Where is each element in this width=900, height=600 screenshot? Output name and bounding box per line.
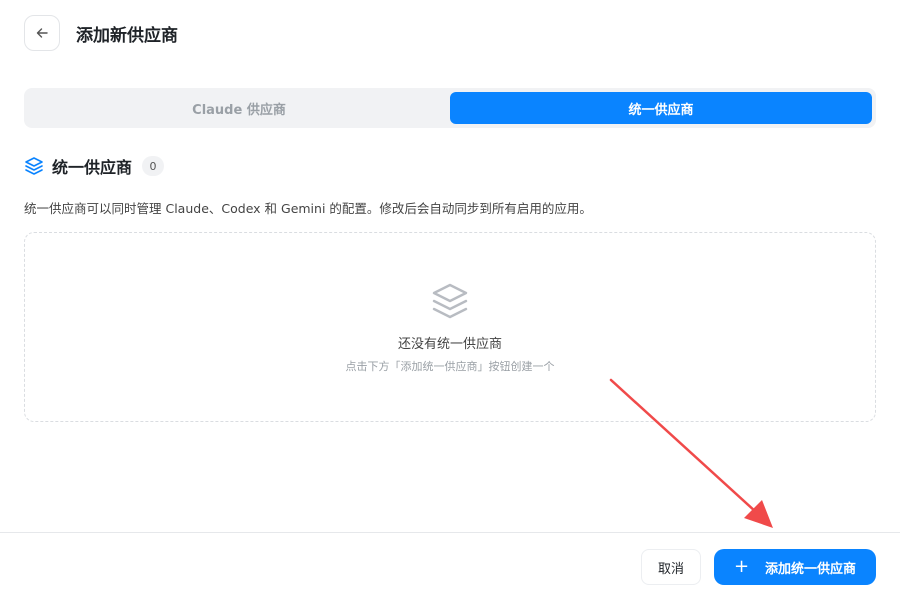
empty-state-hint: 点击下方「添加统一供应商」按钮创建一个 xyxy=(345,360,555,373)
cancel-button[interactable]: 取消 xyxy=(641,549,701,585)
arrow-left-icon xyxy=(36,28,48,38)
add-unified-provider-button[interactable]: + 添加统一供应商 xyxy=(714,549,876,585)
provider-type-tabs: Claude 供应商 统一供应商 xyxy=(24,88,876,128)
tab-claude-provider[interactable]: Claude 供应商 xyxy=(28,92,450,124)
plus-icon: + xyxy=(733,556,750,577)
empty-state-title: 还没有统一供应商 xyxy=(397,337,502,352)
back-button[interactable] xyxy=(24,15,60,51)
tab-unified-provider[interactable]: 统一供应商 xyxy=(450,92,872,124)
empty-state: 还没有统一供应商 点击下方「添加统一供应商」按钮创建一个 xyxy=(24,232,876,422)
section-title: 统一供应商 xyxy=(52,158,133,177)
section-description: 统一供应商可以同时管理 Claude、Codex 和 Gemini 的配置。修改… xyxy=(24,201,592,216)
page-header: 添加新供应商 xyxy=(24,15,178,51)
page-title: 添加新供应商 xyxy=(76,25,178,46)
footer-bar: 取消 + 添加统一供应商 xyxy=(0,532,900,600)
count-badge: 0 xyxy=(142,156,165,176)
section-header: 统一供应商 0 xyxy=(24,154,165,178)
layers-icon xyxy=(25,157,43,175)
layers-icon xyxy=(432,283,468,319)
add-button-label: 添加统一供应商 xyxy=(765,561,857,577)
